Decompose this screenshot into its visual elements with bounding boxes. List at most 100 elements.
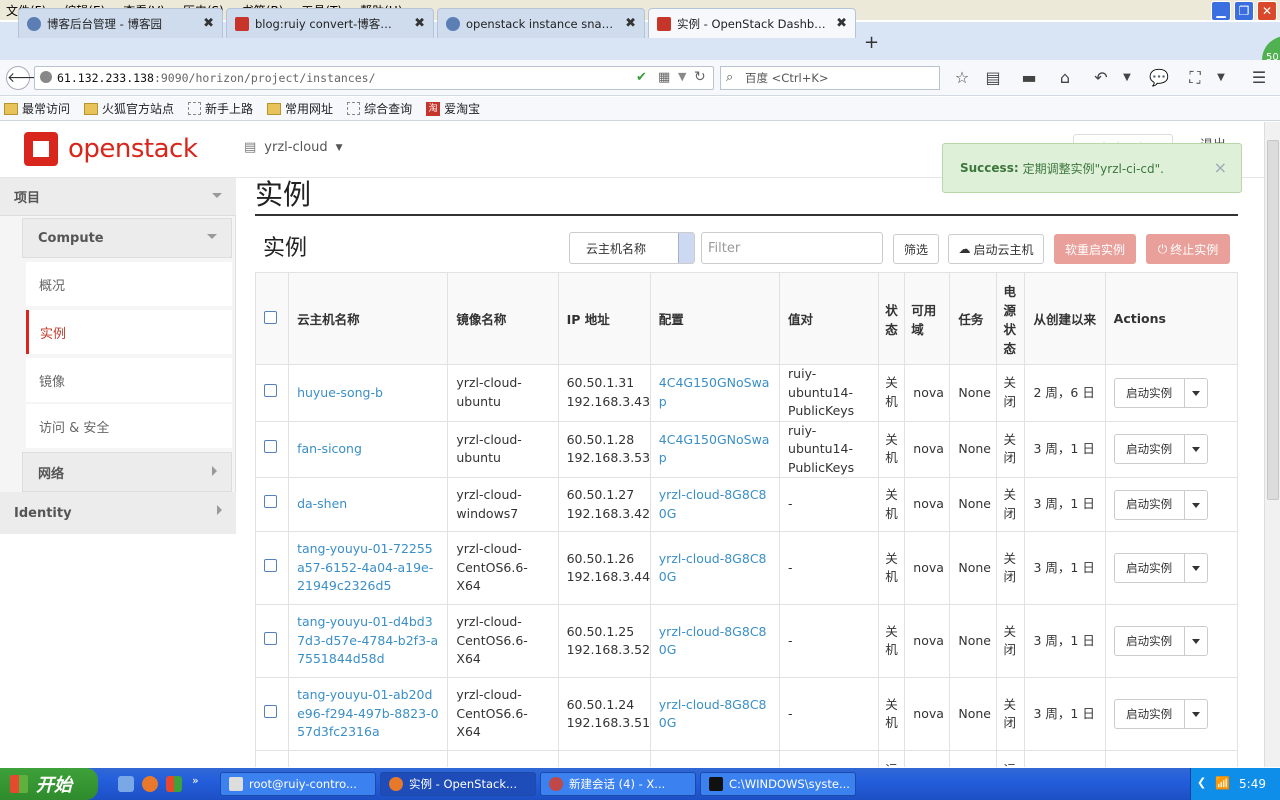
crop-icon[interactable]: ⛶ (1184, 68, 1206, 88)
more-actions-dropdown[interactable] (1183, 434, 1208, 465)
sidebar-project[interactable]: 项目 (0, 178, 236, 216)
instance-name-link[interactable]: tang-youyu-01-72255a57-6152-4a04-a19e-21… (297, 541, 433, 593)
tab-openstack-snap[interactable]: openstack instance snap… ✖ (437, 8, 645, 38)
dropdown-arrow-icon[interactable]: ▼ (678, 70, 686, 83)
start-instance-button[interactable]: 启动实例 (1113, 489, 1184, 520)
instance-name-link[interactable]: da-shen (297, 496, 347, 511)
sidebar-item-access-security[interactable]: 访问 & 安全 (26, 404, 232, 448)
bookmark-query[interactable]: 综合查询 (347, 100, 412, 117)
soft-reboot-button[interactable]: 软重启实例 (1054, 234, 1136, 264)
firefox-icon[interactable] (142, 776, 158, 792)
page-scrollbar[interactable] (1264, 122, 1280, 767)
start-instance-button[interactable]: 启动实例 (1113, 434, 1184, 465)
start-instance-button[interactable]: 启动实例 (1113, 377, 1184, 408)
close-tab-icon[interactable]: ✖ (414, 16, 425, 31)
terminate-instances-button[interactable]: ⏻ 终止实例 (1146, 234, 1230, 264)
row-checkbox[interactable] (264, 631, 277, 645)
more-actions-dropdown[interactable] (1183, 699, 1208, 729)
column-header[interactable]: 云主机名称 (288, 272, 449, 365)
qr-code-icon[interactable]: ▦ (658, 70, 670, 85)
task-firefox[interactable]: 实例 - OpenStack... (380, 772, 536, 796)
bookmark-taobao[interactable]: 淘爱淘宝 (426, 100, 480, 117)
flavor-link[interactable]: 4C4G150GNoSwap (659, 375, 770, 409)
scrollbar-thumb[interactable] (1267, 140, 1279, 500)
start-instance-button[interactable]: 启动实例 (1113, 699, 1184, 729)
column-header[interactable]: 值对 (779, 272, 880, 365)
clock[interactable]: 5:49 (1239, 777, 1266, 791)
instance-name-link[interactable]: tang-youyu-01-ab20de96-f294-497b-8823-05… (297, 687, 438, 739)
column-header[interactable]: 配置 (649, 272, 781, 365)
instance-name-link[interactable]: tang-youyu-01-d4bd37d3-d57e-4784-b2f3-a7… (297, 614, 438, 666)
instance-name-link[interactable]: huyue-song-b (297, 385, 383, 400)
show-desktop-icon[interactable] (118, 776, 134, 792)
tray-expand-icon[interactable]: ❮ (1197, 776, 1206, 789)
sidebar-compute[interactable]: Compute (22, 218, 232, 258)
task-putty[interactable]: root@ruiy-contro... (220, 772, 376, 796)
flavor-link[interactable]: yrzl-cloud-8G8C80G (659, 624, 767, 658)
dropdown-arrow-icon[interactable]: ▼ (1116, 68, 1138, 88)
reload-icon[interactable]: ↻ (694, 69, 706, 85)
shield-icon[interactable]: ✔ (636, 70, 647, 85)
tab-blog-admin[interactable]: 博客后台管理 - 博客园 ✖ (18, 8, 223, 38)
row-checkbox[interactable] (264, 495, 277, 509)
network-icon[interactable]: 📶 (1215, 776, 1230, 790)
download-icon[interactable]: ▬ (1018, 68, 1040, 88)
bookmark-most-visited[interactable]: 最常访问 (4, 100, 70, 117)
close-alert-icon[interactable]: × (1214, 158, 1227, 177)
start-instance-button[interactable]: 启动实例 (1113, 553, 1184, 583)
openstack-logo[interactable]: openstack (24, 132, 198, 166)
column-header[interactable]: 电源状态 (996, 272, 1026, 365)
row-checkbox[interactable] (264, 704, 277, 718)
launch-instance-button[interactable]: ☁ 启动云主机 (948, 234, 1044, 264)
start-button[interactable]: 开始 (0, 768, 98, 800)
row-checkbox[interactable] (264, 558, 277, 572)
column-header[interactable]: 任务 (949, 272, 998, 365)
bookmark-common-urls[interactable]: 常用网址 (267, 100, 333, 117)
close-tab-icon[interactable]: ✖ (625, 16, 636, 31)
minimize-button[interactable]: ▁ (1211, 1, 1231, 21)
column-header[interactable]: 可用域 (904, 272, 951, 365)
chat-icon[interactable]: 💬 (1148, 68, 1170, 88)
row-checkbox[interactable] (264, 383, 277, 397)
column-header[interactable]: 镜像名称 (447, 272, 559, 365)
address-bar[interactable]: 61.132.233.138:9090/horizon/project/inst… (34, 66, 714, 90)
instance-name-link[interactable]: fan-sicong (297, 441, 362, 456)
site-info-icon[interactable] (40, 71, 52, 83)
reading-list-icon[interactable]: ▤ (982, 68, 1004, 88)
more-actions-dropdown[interactable] (1183, 553, 1208, 583)
close-tab-icon[interactable]: ✖ (203, 16, 214, 31)
filter-field-select[interactable]: 云主机名称 (569, 232, 695, 264)
filter-button[interactable]: 筛选 (893, 234, 939, 264)
hamburger-menu-icon[interactable]: ☰ (1248, 68, 1270, 88)
select-all-checkbox[interactable] (264, 310, 277, 324)
more-actions-dropdown[interactable] (1183, 377, 1208, 408)
sidebar-network[interactable]: 网络 (22, 452, 232, 492)
expand-icon[interactable]: » (192, 774, 199, 787)
flavor-link[interactable]: yrzl-cloud-8G8C80G (659, 551, 767, 585)
filter-input[interactable]: Filter (701, 232, 883, 264)
column-header[interactable]: 从创建以来 (1024, 272, 1106, 365)
more-actions-dropdown[interactable] (1183, 626, 1208, 656)
column-header[interactable]: 状态 (878, 272, 906, 365)
sidebar-identity[interactable]: Identity (0, 492, 236, 534)
flavor-link[interactable]: yrzl-cloud-8G8C80G (659, 697, 767, 731)
flavor-link[interactable]: yrzl-cloud-8G8C80G (659, 487, 767, 521)
more-actions-dropdown[interactable] (1183, 489, 1208, 520)
undo-icon[interactable]: ↶ (1090, 68, 1112, 88)
bookmark-firefox-site[interactable]: 火狐官方站点 (84, 100, 174, 117)
flavor-link[interactable]: 4C4G150GNoSwap (659, 432, 770, 466)
home-icon[interactable]: ⌂ (1054, 68, 1076, 88)
dropdown-arrow-icon[interactable]: ▼ (1210, 68, 1232, 88)
start-instance-button[interactable]: 启动实例 (1113, 626, 1184, 656)
sidebar-item-overview[interactable]: 概况 (26, 262, 232, 306)
windows-app-icon[interactable] (166, 776, 182, 792)
sidebar-item-instances[interactable]: 实例 (26, 310, 232, 354)
tab-blog-convert[interactable]: blog:ruiy convert-博客… ✖ (226, 8, 434, 38)
sidebar-item-images[interactable]: 镜像 (26, 358, 232, 402)
close-tab-icon[interactable]: ✖ (836, 16, 847, 31)
bookmark-getting-started[interactable]: 新手上路 (188, 100, 253, 117)
column-header[interactable]: IP 地址 (557, 272, 651, 365)
back-arrow-icon[interactable]: 🡐 (6, 66, 45, 90)
task-cmd[interactable]: C:\WINDOWS\syste... (700, 772, 856, 796)
bookmark-star-icon[interactable]: ☆ (951, 68, 973, 88)
